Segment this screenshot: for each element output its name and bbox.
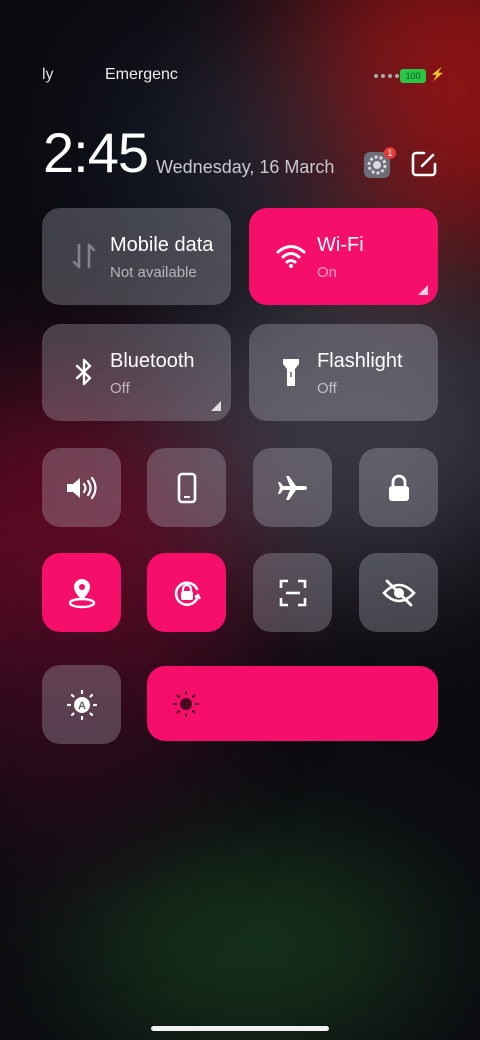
edit-icon bbox=[411, 151, 437, 177]
flashlight-status: Off bbox=[317, 380, 337, 397]
clock-time: 2:45 bbox=[43, 121, 149, 184]
vibrate-button[interactable] bbox=[147, 448, 226, 527]
mobile-data-tile[interactable]: Mobile data Not available bbox=[42, 208, 231, 305]
settings-button[interactable]: 1 bbox=[364, 147, 396, 178]
location-icon bbox=[42, 553, 121, 632]
auto-brightness-button[interactable]: A bbox=[42, 665, 121, 744]
carrier-label-1: ly bbox=[42, 66, 54, 83]
clock-date: Wednesday, 16 March bbox=[156, 157, 335, 177]
bluetooth-icon bbox=[68, 354, 100, 390]
svg-text:A: A bbox=[78, 700, 86, 712]
mobile-data-icon bbox=[68, 238, 100, 274]
sound-icon bbox=[42, 448, 121, 527]
location-button[interactable] bbox=[42, 553, 121, 632]
flashlight-title: Flashlight bbox=[317, 350, 403, 372]
scanner-button[interactable] bbox=[253, 553, 332, 632]
battery-icon: 100 bbox=[400, 69, 426, 83]
expand-corner-icon[interactable] bbox=[418, 285, 428, 295]
wifi-icon bbox=[275, 238, 307, 274]
status-bar: ly Emergenc 100 ⚡ bbox=[0, 66, 480, 90]
auto-brightness-icon: A bbox=[42, 665, 121, 744]
airplane-icon bbox=[253, 448, 332, 527]
airplane-mode-button[interactable] bbox=[253, 448, 332, 527]
sound-button[interactable] bbox=[42, 448, 121, 527]
edit-tiles-button[interactable] bbox=[410, 150, 438, 178]
wifi-tile[interactable]: Wi-Fi On bbox=[249, 208, 438, 305]
lock-screen-icon bbox=[359, 448, 438, 527]
mobile-data-status: Not available bbox=[110, 264, 197, 281]
brightness-slider[interactable] bbox=[147, 666, 438, 741]
flashlight-icon bbox=[275, 354, 307, 390]
eye-off-icon bbox=[359, 553, 438, 632]
mobile-data-title: Mobile data bbox=[110, 234, 214, 256]
eye-comfort-button[interactable] bbox=[359, 553, 438, 632]
expand-corner-icon[interactable] bbox=[211, 401, 221, 411]
brightness-icon bbox=[173, 691, 199, 717]
signal-dots-icon bbox=[374, 74, 399, 78]
lock-screen-button[interactable] bbox=[359, 448, 438, 527]
rotation-lock-button[interactable] bbox=[147, 553, 226, 632]
rotation-lock-icon bbox=[147, 553, 226, 632]
bluetooth-tile[interactable]: Bluetooth Off bbox=[42, 324, 231, 421]
bluetooth-title: Bluetooth bbox=[110, 350, 195, 372]
charging-icon: ⚡ bbox=[430, 67, 445, 81]
vibrate-icon bbox=[147, 448, 226, 527]
carrier-label-2: Emergenc bbox=[105, 66, 178, 83]
wifi-status: On bbox=[317, 264, 338, 281]
wifi-title: Wi-Fi bbox=[317, 234, 364, 256]
bluetooth-status: Off bbox=[110, 380, 130, 397]
flashlight-tile[interactable]: Flashlight Off bbox=[249, 324, 438, 421]
scanner-icon bbox=[253, 553, 332, 632]
home-indicator[interactable] bbox=[151, 1026, 329, 1031]
notification-badge: 1 bbox=[384, 147, 396, 159]
